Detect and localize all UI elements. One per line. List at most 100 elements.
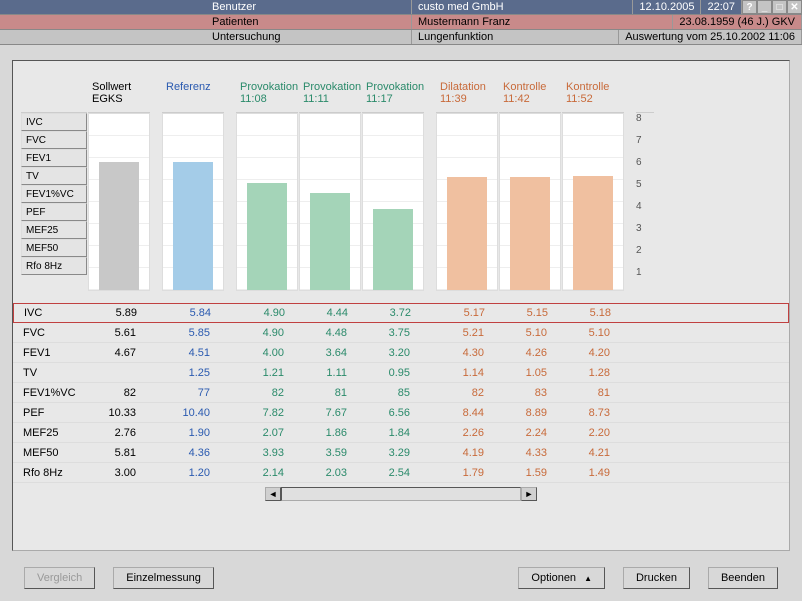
help-icon[interactable]: ?	[742, 0, 757, 14]
cell-p1: 2.14	[228, 467, 290, 479]
cell-k1: 4.33	[491, 447, 553, 459]
drucken-button[interactable]: Drucken	[623, 567, 690, 589]
col-header-prov1[interactable]: Provokation11:08	[236, 79, 298, 113]
table-row[interactable]: MEF252.761.902.071.861.842.262.242.20	[13, 423, 789, 443]
cell-ref: 77	[154, 387, 216, 399]
table-row[interactable]: PEF10.3310.407.827.676.568.448.898.73	[13, 403, 789, 423]
table-row[interactable]: FEV1%VC8277828185828381	[13, 383, 789, 403]
table-row[interactable]: IVC5.895.844.904.443.725.175.155.18	[13, 303, 789, 323]
cell-k2: 8.73	[554, 407, 616, 419]
row-label: PEF	[13, 407, 79, 419]
cell-k2: 4.20	[554, 347, 616, 359]
cell-k1: 1.05	[491, 367, 553, 379]
optionen-button[interactable]: Optionen▲	[518, 567, 605, 589]
row-label: MEF25	[13, 427, 79, 439]
scroll-right-icon[interactable]: ►	[521, 487, 537, 501]
param-button-fev1%vc[interactable]: FEV1%VC	[21, 185, 87, 203]
chart-p3	[362, 113, 424, 291]
bar-ref	[173, 162, 213, 290]
cell-soll: 82	[80, 387, 142, 399]
table-row[interactable]: Rfo 8Hz3.001.202.142.032.541.791.591.49	[13, 463, 789, 483]
cell-p3: 6.56	[354, 407, 416, 419]
cell-k2: 1.49	[554, 467, 616, 479]
cell-p2: 3.59	[291, 447, 353, 459]
col-header-k1[interactable]: Kontrolle11:42	[499, 79, 561, 113]
cell-ref: 10.40	[154, 407, 216, 419]
cell-k2: 2.20	[554, 427, 616, 439]
cell-d1: 82	[428, 387, 490, 399]
cell-p2: 1.86	[291, 427, 353, 439]
cell-soll: 5.81	[80, 447, 142, 459]
cell-p2: 1.11	[291, 367, 353, 379]
cell-soll: 10.33	[80, 407, 142, 419]
cell-soll	[80, 367, 142, 379]
chart-k1	[499, 113, 561, 291]
table-row[interactable]: FEV14.674.514.003.643.204.304.264.20	[13, 343, 789, 363]
col-header-sollwert[interactable]: SollwertEGKS	[88, 79, 150, 113]
col-header-k2[interactable]: Kontrolle11:52	[562, 79, 624, 113]
cell-soll: 2.76	[80, 427, 142, 439]
col-header-blank	[21, 79, 87, 113]
row-label: MEF50	[13, 447, 79, 459]
header: Benutzer custo med GmbH 12.10.2005 22:07…	[0, 0, 802, 45]
cell-p2: 4.44	[292, 307, 354, 319]
param-button-mef25[interactable]: MEF25	[21, 221, 87, 239]
row-label: FEV1	[13, 347, 79, 359]
cell-p3: 1.84	[354, 427, 416, 439]
cell-d1: 4.19	[428, 447, 490, 459]
row-label: IVC	[14, 307, 80, 319]
cell-p1: 4.90	[229, 307, 291, 319]
cell-p1: 7.82	[228, 407, 290, 419]
cell-ref: 5.85	[154, 327, 216, 339]
einzelmessung-button[interactable]: Einzelmessung	[113, 567, 214, 589]
footer: Vergleich Einzelmessung Optionen▲ Drucke…	[24, 567, 778, 589]
scroll-left-icon[interactable]: ◄	[265, 487, 281, 501]
table-row[interactable]: TV1.251.211.110.951.141.051.28	[13, 363, 789, 383]
cell-k1: 2.24	[491, 427, 553, 439]
cell-p2: 81	[291, 387, 353, 399]
cell-k2: 1.28	[554, 367, 616, 379]
cell-k1: 4.26	[491, 347, 553, 359]
header-benutzer-label: Benutzer	[206, 0, 412, 14]
table-row[interactable]: FVC5.615.854.904.483.755.215.105.10	[13, 323, 789, 343]
cell-soll: 5.61	[80, 327, 142, 339]
col-header-dil[interactable]: Dilatation11:39	[436, 79, 498, 113]
cell-p3: 2.54	[354, 467, 416, 479]
cell-p3: 85	[354, 387, 416, 399]
cell-ref: 1.90	[154, 427, 216, 439]
y-tick: 7	[636, 135, 654, 157]
scroll-track[interactable]	[281, 487, 521, 501]
cell-k1: 83	[491, 387, 553, 399]
col-header-prov2[interactable]: Provokation11:11	[299, 79, 361, 113]
bar-d1	[447, 177, 487, 290]
cell-p3: 3.72	[355, 307, 417, 319]
cell-p2: 7.67	[291, 407, 353, 419]
header-patienten-value: Mustermann Franz	[412, 15, 673, 29]
maximize-icon[interactable]: □	[772, 0, 787, 14]
param-button-mef50[interactable]: MEF50	[21, 239, 87, 257]
param-button-rfo 8hz[interactable]: Rfo 8Hz	[21, 257, 87, 275]
chart-p2	[299, 113, 361, 291]
cell-d1: 5.17	[429, 307, 491, 319]
param-button-fev1[interactable]: FEV1	[21, 149, 87, 167]
cell-soll: 3.00	[80, 467, 142, 479]
cell-ref: 4.36	[154, 447, 216, 459]
beenden-button[interactable]: Beenden	[708, 567, 778, 589]
data-table: IVC5.895.844.904.443.725.175.155.18FVC5.…	[13, 303, 789, 483]
col-header-referenz[interactable]: Referenz	[162, 79, 224, 113]
col-header-prov3[interactable]: Provokation11:17	[362, 79, 424, 113]
close-icon[interactable]: ✕	[787, 0, 802, 14]
table-row[interactable]: MEF505.814.363.933.593.294.194.334.21	[13, 443, 789, 463]
param-button-fvc[interactable]: FVC	[21, 131, 87, 149]
bar-k2	[573, 176, 613, 290]
cell-p1: 4.90	[228, 327, 290, 339]
horizontal-scrollbar[interactable]: ◄ ►	[13, 487, 789, 501]
cell-p1: 1.21	[228, 367, 290, 379]
minimize-icon[interactable]: _	[757, 0, 772, 14]
bar-p1	[247, 183, 287, 290]
param-button-pef[interactable]: PEF	[21, 203, 87, 221]
chart-ref	[162, 113, 224, 291]
cell-k2: 5.10	[554, 327, 616, 339]
param-button-tv[interactable]: TV	[21, 167, 87, 185]
param-button-ivc[interactable]: IVC	[21, 113, 87, 131]
